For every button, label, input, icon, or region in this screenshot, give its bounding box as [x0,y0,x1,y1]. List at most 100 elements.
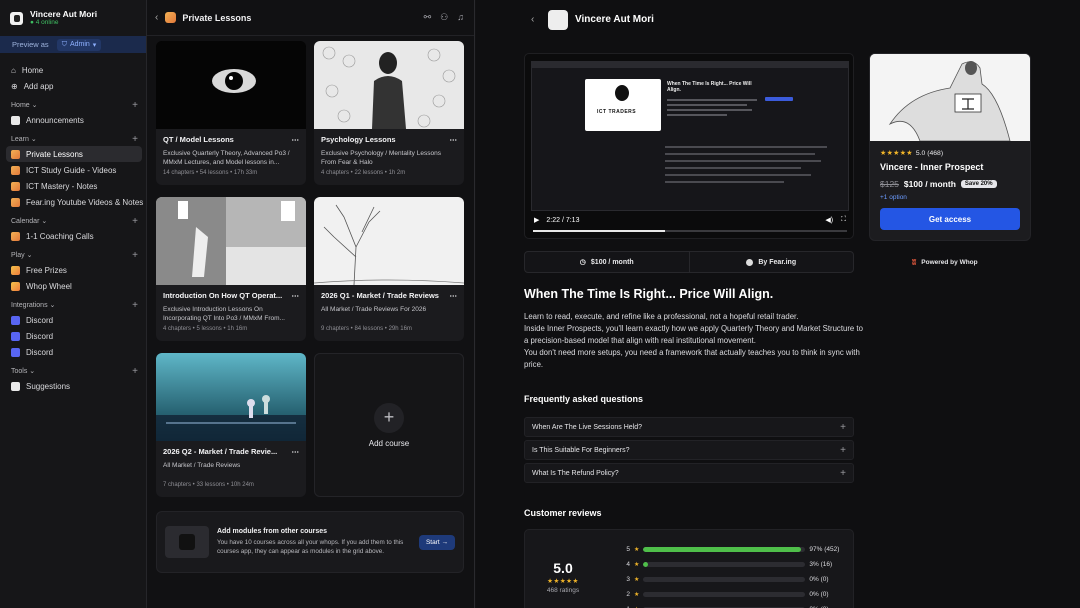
preview-label: Preview as [12,40,49,49]
author-meta[interactable]: By Fear.ing [688,252,854,272]
product-rating: ★★★★★ 5.0 (468) [880,149,944,158]
add-icon[interactable]: + [132,300,138,311]
more-icon[interactable]: ⋯ [450,135,458,144]
add-icon[interactable]: + [132,250,138,261]
course-card[interactable]: 2026 Q1 - Market / Trade Reviews ⋯ All Ma… [314,197,464,341]
sidebar-item-discord[interactable]: Discord [0,328,146,344]
underwater-illustration [156,353,306,441]
users-icon[interactable]: ⚇ [440,12,448,23]
sidebar-item-ict-mastery[interactable]: ICT Mastery - Notes [0,178,146,194]
rating-stars-label: 5 [626,545,630,553]
course-meta: 4 chapters • 5 lessons • 1h 16m [163,326,248,332]
bell-icon[interactable]: ♫ [457,12,464,23]
add-icon[interactable]: + [132,100,138,111]
section-learn[interactable]: Learn ⌄ + [0,132,146,146]
product-price: $125 $100 / month Save 20% [880,179,1020,189]
rating-row: 2 ★ 0% (0) [620,589,850,599]
rating-stars-label: 3 [626,575,630,583]
video-time: 2:22 / 7:13 [546,216,580,224]
workspace-logo [10,11,23,25]
course-icon [11,165,20,175]
product-title: Vincere - Inner Prospect [880,162,984,172]
sidebar-item-suggestions[interactable]: Suggestions [0,378,146,394]
sidebar-item-coaching-calls[interactable]: 1-1 Coaching Calls [0,228,146,244]
add-icon[interactable]: + [132,216,138,227]
more-options-link[interactable]: +1 option [880,194,1020,201]
shield-icon: ⛉ [61,40,67,48]
sidebar-item-whop-wheel[interactable]: Whop Wheel [0,278,146,294]
faq-item[interactable]: When Are The Live Sessions Held? + [524,417,854,437]
sidebar-item-fearing-youtube[interactable]: Fear.ing Youtube Videos & Notes [0,194,146,210]
store-name: Vincere Aut Mori [575,14,654,25]
star-icon: ★ [634,561,640,568]
review-score: 5.0 ★★★★★ 468 ratings [541,560,585,594]
sidebar-item-announcements[interactable]: Announcements [0,112,146,128]
course-card[interactable]: 2026 Q2 - Market / Trade Revie... ⋯ All M… [156,353,306,497]
more-icon[interactable]: ⋯ [292,447,300,456]
course-card[interactable]: Psychology Lessons ⋯ Exclusive Psychology… [314,41,464,185]
faq-item[interactable]: Is This Suitable For Beginners? + [524,440,854,460]
gift-icon [11,265,20,275]
sidebar-item-add-app[interactable]: ⊕ Add app [0,78,146,94]
sidebar-item-home[interactable]: ⌂ Home [0,62,146,78]
tree-illustration [314,197,464,285]
course-thumbnail [156,197,306,285]
section-home[interactable]: Home ⌄ + [0,98,146,112]
more-icon[interactable]: ⋯ [450,291,458,300]
get-access-button[interactable]: Get access [880,208,1020,230]
sidebar-item-ict-study-guide[interactable]: ICT Study Guide - Videos [0,162,146,178]
more-icon[interactable]: ⋯ [292,135,300,144]
section-tools[interactable]: Tools ⌄ + [0,364,146,378]
more-icon[interactable]: ⋯ [292,291,300,300]
home-icon: ⌂ [11,65,16,75]
whop-logo-icon: ʬ [912,258,917,267]
browser-bar [531,61,849,68]
chevron-left-icon[interactable]: ‹ [531,14,534,25]
volume-icon[interactable]: ◀) [825,216,833,224]
courses-panel: ‹ Private Lessons ⚯ ⚇ ♫ QT / Model Lesso… [147,0,475,608]
stars-icon: ★★★★★ [547,578,579,585]
discord-icon [11,347,20,357]
start-button[interactable]: Start → [418,534,455,550]
section-integrations[interactable]: Integrations ⌄ + [0,298,146,312]
role-select[interactable]: ⛉ Admin ▾ [56,38,102,51]
add-course-button[interactable]: + Add course [314,353,464,497]
link-icon[interactable]: ⚯ [424,12,432,23]
course-meta: 9 chapters • 84 lessons • 29h 16m [321,326,412,332]
sidebar-item-discord[interactable]: Discord [0,312,146,328]
add-icon[interactable]: + [132,366,138,377]
course-icon [11,181,20,191]
fullscreen-icon[interactable]: ⛶ [841,216,846,224]
sidebar-item-discord[interactable]: Discord [0,344,146,360]
course-title: 2026 Q2 - Market / Trade Revie... [163,447,278,456]
modules-desc: You have 10 courses across all your whop… [217,538,404,556]
course-card[interactable]: Introduction On How QT Operat... ⋯ Exclus… [156,197,306,341]
sidebar-item-free-prizes[interactable]: Free Prizes [0,262,146,278]
course-icon [165,12,177,23]
slide-button [765,97,793,101]
section-play[interactable]: Play ⌄ + [0,248,146,262]
course-title: 2026 Q1 - Market / Trade Reviews [321,291,439,300]
section-calendar[interactable]: Calendar ⌄ + [0,214,146,228]
sidebar-item-private-lessons[interactable]: Private Lessons [6,146,142,162]
star-icon: ★ [634,591,640,598]
add-icon[interactable]: + [132,134,138,145]
course-meta: 14 chapters • 54 lessons • 17h 33m [163,170,258,176]
faq-title: Frequently asked questions [524,394,644,404]
reviews-title: Customer reviews [524,508,602,518]
rating-row: 4 ★ 3% (16) [620,559,850,569]
play-icon[interactable]: ▶ [534,216,539,224]
course-title: QT / Model Lessons [163,135,234,144]
rating-row: 5 ★ 97% (452) [620,544,850,554]
chevron-left-icon[interactable]: ‹ [155,12,158,23]
course-card[interactable]: QT / Model Lessons ⋯ Exclusive Quarterly … [156,41,306,185]
workspace-header[interactable]: Vincere Aut Mori ● 4 online [0,0,146,33]
rating-percent: 3% (16) [809,560,833,568]
sidebar: Vincere Aut Mori ● 4 online Preview as ⛉… [0,0,147,608]
product-description: Learn to read, execute, and refine like … [524,312,863,369]
faq-item[interactable]: What Is The Refund Policy? + [524,463,854,483]
video-progress[interactable] [533,230,847,232]
store-logo [548,10,568,30]
powered-by[interactable]: ʬ Powered by Whop [912,258,978,267]
video-player[interactable]: ICT TRADERS When The Time Is Right... Pr… [524,53,854,239]
